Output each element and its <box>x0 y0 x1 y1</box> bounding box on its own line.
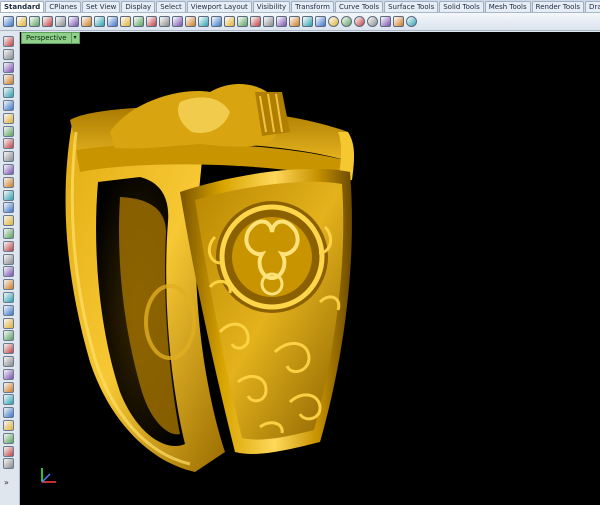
ring-render <box>41 83 355 483</box>
scale-icon[interactable] <box>3 343 14 355</box>
zoom-extents-icon[interactable] <box>172 16 183 27</box>
copy-tool-icon[interactable] <box>3 317 14 329</box>
curve-icon[interactable] <box>3 74 14 86</box>
cylinder-icon[interactable] <box>3 228 14 239</box>
layer-tool-icon[interactable] <box>3 432 14 444</box>
text-icon[interactable] <box>3 394 14 406</box>
dimension-icon[interactable] <box>3 381 14 393</box>
circle-icon[interactable] <box>3 87 14 99</box>
tab-display[interactable]: Display <box>121 1 156 12</box>
options-icon[interactable] <box>380 16 391 27</box>
open-file-icon[interactable] <box>16 16 27 27</box>
select-icon[interactable] <box>224 16 235 27</box>
box-icon[interactable] <box>3 215 14 227</box>
sidebar-more-icon[interactable]: » <box>4 478 9 487</box>
zoom-selected-icon[interactable] <box>185 16 196 27</box>
paste-icon[interactable] <box>81 16 92 27</box>
polygon-icon[interactable] <box>3 125 14 137</box>
rendered-sphere-icon[interactable] <box>341 16 352 27</box>
render-tool-icon[interactable] <box>3 445 14 457</box>
tab-surface-tools[interactable]: Surface Tools <box>384 1 439 12</box>
new-file-icon[interactable] <box>3 16 14 27</box>
trim-icon[interactable] <box>3 189 14 201</box>
tab-set-view[interactable]: Set View <box>82 1 121 12</box>
rectangle-icon[interactable] <box>3 138 14 150</box>
cut-icon[interactable] <box>68 16 79 27</box>
select-arrow-icon[interactable] <box>3 36 14 47</box>
boolean-icon[interactable] <box>3 292 14 303</box>
zoom-icon[interactable] <box>146 16 157 27</box>
tab-standard[interactable]: Standard <box>0 1 45 12</box>
offset-icon[interactable] <box>3 164 14 175</box>
tab-select[interactable]: Select <box>156 1 186 12</box>
light-icon[interactable] <box>276 16 287 27</box>
rotate-view-icon[interactable] <box>133 16 144 27</box>
fillet-icon[interactable] <box>3 176 14 188</box>
tab-render-tools[interactable]: Render Tools <box>531 1 585 12</box>
zoom-all-icon[interactable] <box>198 16 209 27</box>
lock-icon[interactable] <box>237 16 248 27</box>
tab-solid-tools[interactable]: Solid Tools <box>439 1 484 12</box>
tab-viewport-layout[interactable]: Viewport Layout <box>186 1 252 12</box>
move-icon[interactable] <box>3 304 14 316</box>
standard-toolbar <box>0 13 600 31</box>
join-icon[interactable] <box>3 279 14 291</box>
polyline-icon[interactable] <box>3 61 14 73</box>
toggle-points-icon[interactable] <box>289 16 300 27</box>
render-icon[interactable] <box>315 16 326 27</box>
snap-icon[interactable] <box>393 16 404 27</box>
tab-visibility[interactable]: Visibility <box>252 1 291 12</box>
world-axis-icon <box>41 468 56 483</box>
surface-icon[interactable] <box>3 202 14 214</box>
save-icon[interactable] <box>29 16 40 27</box>
tab-mesh-tools[interactable]: Mesh Tools <box>484 1 531 12</box>
more-tools-icon[interactable] <box>3 458 14 470</box>
rotate-icon[interactable] <box>3 330 14 342</box>
clipboard-icon[interactable] <box>94 16 105 27</box>
ellipse-icon[interactable] <box>3 100 14 111</box>
tab-drafting[interactable]: Drafting <box>585 1 600 12</box>
shaded-sphere-icon[interactable] <box>354 16 365 27</box>
array-icon[interactable] <box>3 356 14 367</box>
mesh-icon[interactable] <box>3 240 14 252</box>
viewport-menu-arrow-icon[interactable]: ▾ <box>71 32 80 44</box>
print-icon[interactable] <box>42 16 53 27</box>
group-icon[interactable] <box>3 420 14 431</box>
arc-icon[interactable] <box>3 112 14 124</box>
copy-icon[interactable] <box>55 16 66 27</box>
help-icon[interactable] <box>406 16 417 27</box>
zoom-window-icon[interactable] <box>159 16 170 27</box>
undo-icon[interactable] <box>107 16 118 27</box>
left-tool-sidebar: » <box>0 32 20 505</box>
split-icon[interactable] <box>3 253 14 265</box>
pan-hand-icon[interactable] <box>120 16 131 27</box>
block-icon[interactable] <box>3 407 14 419</box>
point-icon[interactable] <box>3 48 14 60</box>
toolbar-tab-bar: Standard CPlanes Set View Display Select View… <box>0 0 600 13</box>
tab-curve-tools[interactable]: Curve Tools <box>334 1 384 12</box>
free-curve-icon[interactable] <box>3 151 14 163</box>
tab-cplanes[interactable]: CPlanes <box>45 1 82 12</box>
explode-icon[interactable] <box>3 266 14 278</box>
object-properties-icon[interactable] <box>263 16 274 27</box>
viewport-title[interactable]: Perspective <box>21 32 72 44</box>
viewport-label[interactable]: Perspective ▾ <box>21 32 80 44</box>
layer-icon[interactable] <box>250 16 261 27</box>
color-wheel-icon[interactable] <box>328 16 339 27</box>
mirror-icon[interactable] <box>3 368 14 380</box>
perspective-viewport[interactable]: Perspective ▾ <box>20 32 600 505</box>
delete-icon[interactable] <box>302 16 313 27</box>
tab-transform[interactable]: Transform <box>291 1 334 12</box>
grid-snap-icon[interactable] <box>211 16 222 27</box>
env-sphere-icon[interactable] <box>367 16 378 27</box>
